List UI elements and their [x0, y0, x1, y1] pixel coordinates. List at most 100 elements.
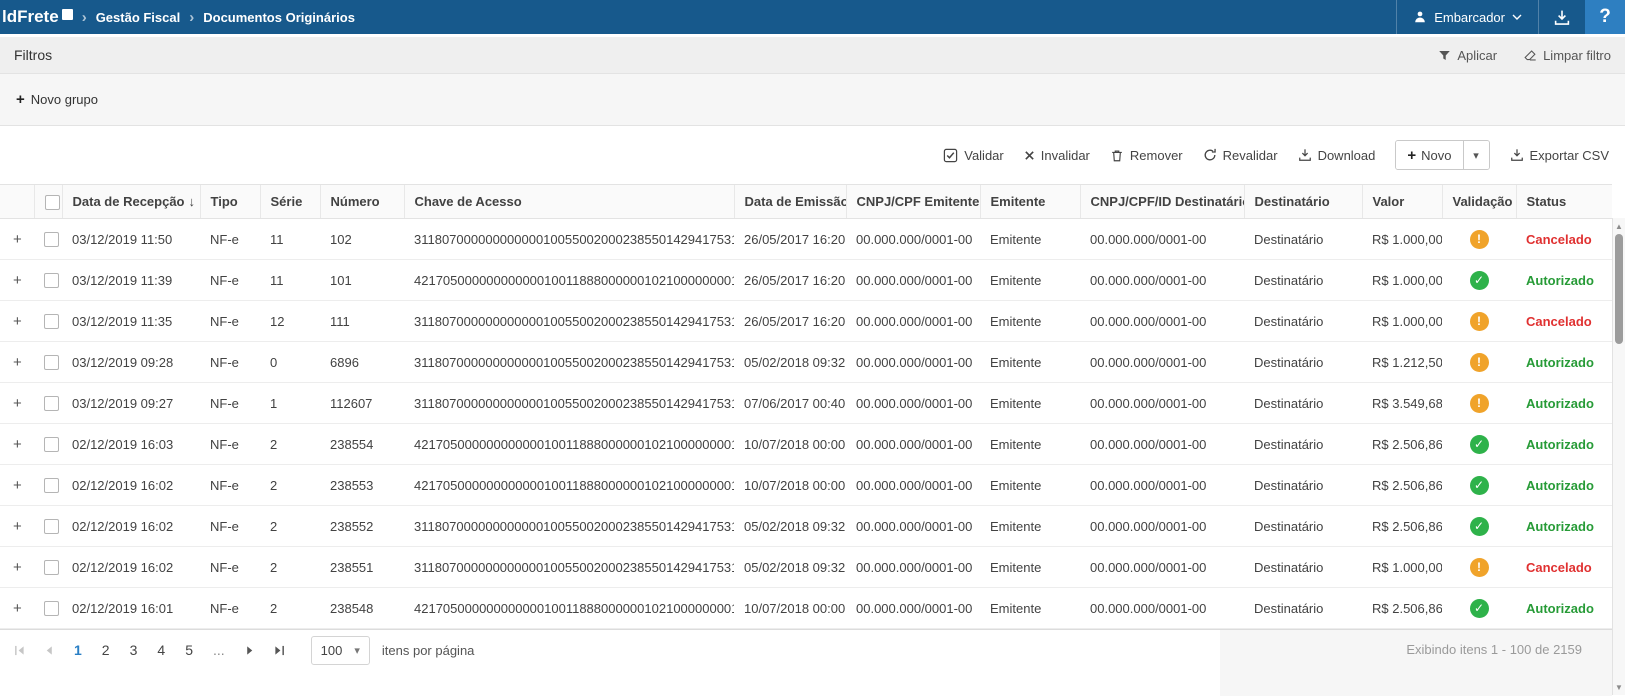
remove-button[interactable]: Remover: [1110, 148, 1183, 163]
pager-page-2[interactable]: 2: [92, 642, 120, 658]
validate-button[interactable]: Validar: [943, 148, 1004, 163]
row-checkbox[interactable]: [44, 560, 59, 575]
cell-chave-acesso: 3118070000000000001005500200023855014294…: [404, 219, 734, 260]
column-label: Número: [331, 194, 380, 209]
brand-logo[interactable]: ldFrete: [0, 7, 73, 27]
column-header-status[interactable]: Status: [1516, 185, 1612, 219]
scroll-down-icon[interactable]: ▼: [1613, 681, 1625, 693]
pager-page-3[interactable]: 3: [120, 642, 148, 658]
expand-row-icon[interactable]: [13, 601, 22, 616]
cell-serie: 2: [260, 506, 320, 547]
expand-row-icon[interactable]: [13, 232, 22, 247]
page-size-select[interactable]: 100 ▾: [311, 636, 370, 665]
row-checkbox[interactable]: [44, 437, 59, 452]
export-csv-button[interactable]: Exportar CSV: [1510, 148, 1609, 163]
vertical-scrollbar[interactable]: ▲ ▼: [1612, 218, 1625, 695]
column-header-cnpj-emitente[interactable]: CNPJ/CPF Emitente: [846, 185, 980, 219]
cell-destinatario: Destinatário: [1244, 219, 1362, 260]
column-header-destinatario[interactable]: Destinatário: [1244, 185, 1362, 219]
pager-page-1[interactable]: 1: [64, 642, 92, 658]
cell-cnpj-destinatario: 00.000.000/0001-00: [1080, 219, 1244, 260]
clear-filter-label: Limpar filtro: [1543, 48, 1611, 63]
table-row: 02/12/2019 16:02 NF-e 2 238553 421705000…: [0, 465, 1612, 506]
column-label: Valor: [1373, 194, 1405, 209]
row-checkbox[interactable]: [44, 478, 59, 493]
expand-column-header: [0, 185, 34, 219]
cell-valor: R$ 3.549,68: [1362, 383, 1442, 424]
cell-emitente: Emitente: [980, 342, 1080, 383]
column-header-tipo[interactable]: Tipo: [200, 185, 260, 219]
breadcrumb-documentos-originarios: Documentos Originários: [203, 10, 355, 25]
cell-destinatario: Destinatário: [1244, 260, 1362, 301]
select-all-checkbox[interactable]: [45, 195, 60, 210]
invalidate-button[interactable]: Invalidar: [1024, 148, 1090, 163]
download-icon: [1298, 148, 1312, 162]
clear-filter-button[interactable]: Limpar filtro: [1523, 48, 1611, 63]
breadcrumb-gestao-fiscal[interactable]: Gestão Fiscal: [96, 10, 181, 25]
download-button[interactable]: Download: [1298, 148, 1376, 163]
cell-select: [34, 342, 62, 383]
column-header-chave-acesso[interactable]: Chave de Acesso: [404, 185, 734, 219]
user-menu[interactable]: Embarcador: [1396, 0, 1538, 34]
revalidate-button[interactable]: Revalidar: [1203, 148, 1278, 163]
column-header-emitente[interactable]: Emitente: [980, 185, 1080, 219]
row-checkbox[interactable]: [44, 396, 59, 411]
column-header-validacao[interactable]: Validação: [1442, 185, 1516, 219]
cell-serie: 1: [260, 383, 320, 424]
row-checkbox[interactable]: [44, 273, 59, 288]
column-header-numero[interactable]: Número: [320, 185, 404, 219]
cell-chave-acesso: 4217050000000000001001188800000010210000…: [404, 424, 734, 465]
pager-prev-button[interactable]: [34, 630, 64, 670]
expand-row-icon[interactable]: [13, 355, 22, 370]
pager-next-button[interactable]: [235, 630, 265, 670]
pager-last-button[interactable]: [265, 630, 295, 670]
cell-emitente: Emitente: [980, 219, 1080, 260]
new-filter-group-button[interactable]: + Novo grupo: [16, 92, 98, 107]
scrollbar-thumb[interactable]: [1615, 234, 1623, 344]
cell-destinatario: Destinatário: [1244, 383, 1362, 424]
table-row: 02/12/2019 16:03 NF-e 2 238554 421705000…: [0, 424, 1612, 465]
download-icon: [1553, 9, 1571, 26]
pager-summary: Exibindo itens 1 - 100 de 2159: [1406, 630, 1612, 696]
row-checkbox[interactable]: [44, 519, 59, 534]
pager-first-button[interactable]: [4, 630, 34, 670]
checkbox-check-icon: [943, 148, 958, 163]
row-checkbox[interactable]: [44, 355, 59, 370]
cell-numero: 111: [320, 301, 404, 342]
cell-status: Cancelado: [1516, 301, 1612, 342]
cell-data-emissao: 05/02/2018 09:32: [734, 342, 846, 383]
caret-down-icon: ▾: [354, 644, 360, 657]
table-row: 02/12/2019 16:02 NF-e 2 238551 311807000…: [0, 547, 1612, 588]
expand-row-icon[interactable]: [13, 478, 22, 493]
column-header-serie[interactable]: Série: [260, 185, 320, 219]
help-button[interactable]: ?: [1585, 0, 1625, 34]
expand-row-icon[interactable]: [13, 519, 22, 534]
cell-cnpj-emitente: 00.000.000/0001-00: [846, 547, 980, 588]
expand-row-icon[interactable]: [13, 396, 22, 411]
expand-row-icon[interactable]: [13, 437, 22, 452]
apply-filter-button[interactable]: Aplicar: [1438, 48, 1497, 63]
row-checkbox[interactable]: [44, 232, 59, 247]
new-dropdown-button[interactable]: ▾: [1463, 141, 1489, 169]
new-button[interactable]: + Novo: [1396, 141, 1462, 169]
column-header-cnpj-destinatario[interactable]: CNPJ/CPF/ID Destinatário: [1080, 185, 1244, 219]
scroll-up-icon[interactable]: ▲: [1613, 220, 1625, 232]
cell-status: Autorizado: [1516, 424, 1612, 465]
filters-panel: + Novo grupo: [0, 74, 1625, 126]
cell-status: Autorizado: [1516, 342, 1612, 383]
pager-page-4[interactable]: 4: [147, 642, 175, 658]
row-checkbox[interactable]: [44, 314, 59, 329]
cell-tipo: NF-e: [200, 260, 260, 301]
expand-row-icon[interactable]: [13, 560, 22, 575]
column-header-data-emissao[interactable]: Data de Emissão: [734, 185, 846, 219]
expand-row-icon[interactable]: [13, 314, 22, 329]
last-page-icon: [274, 645, 285, 656]
pager-page-5[interactable]: 5: [175, 642, 203, 658]
row-checkbox[interactable]: [44, 601, 59, 616]
column-header-valor[interactable]: Valor: [1362, 185, 1442, 219]
documents-grid: Data de Recepção↓ Tipo Série Número Chav…: [0, 184, 1625, 629]
topbar-download-button[interactable]: [1538, 0, 1585, 34]
column-header-data-recepcao[interactable]: Data de Recepção↓: [62, 185, 200, 219]
expand-row-icon[interactable]: [13, 273, 22, 288]
cell-cnpj-emitente: 00.000.000/0001-00: [846, 465, 980, 506]
